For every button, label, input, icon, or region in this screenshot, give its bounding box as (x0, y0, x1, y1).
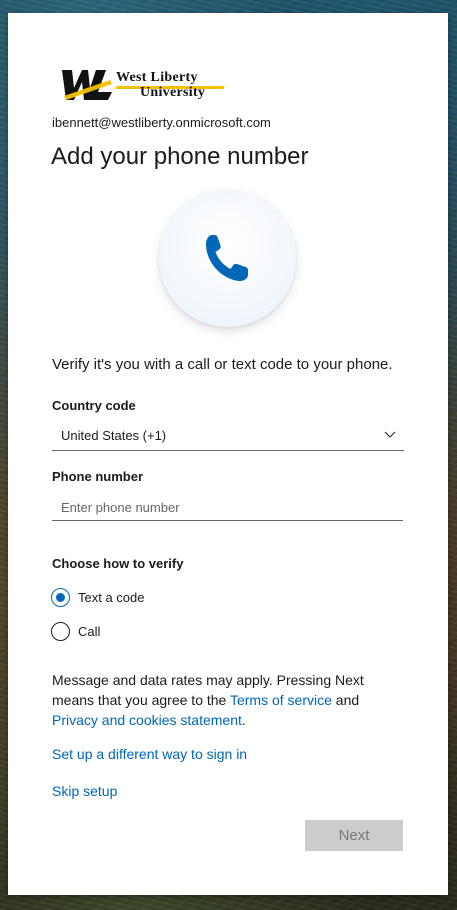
verify-method-label: Choose how to verify (52, 556, 184, 571)
radio-button-unchecked[interactable] (51, 622, 70, 641)
country-code-value: United States (+1) (61, 428, 167, 443)
country-code-label: Country code (52, 398, 136, 413)
different-sign-in-link[interactable]: Set up a different way to sign in (52, 746, 247, 762)
next-button[interactable]: Next (305, 820, 403, 851)
university-logo: West Liberty University (60, 58, 235, 108)
radio-button-checked[interactable] (51, 588, 70, 607)
radio-text-code-label: Text a code (78, 590, 145, 605)
logo-line-2: University (140, 85, 206, 100)
notice-text-middle: and (331, 692, 360, 708)
terms-of-service-link[interactable]: Terms of service (230, 692, 332, 708)
logo-wordmark: West Liberty University (116, 70, 205, 100)
radio-call-label: Call (78, 624, 101, 639)
page-title: Add your phone number (51, 143, 309, 170)
logo-line-1: West Liberty (116, 70, 198, 85)
phone-illustration (159, 190, 296, 327)
phone-number-label: Phone number (52, 469, 144, 484)
phone-number-input[interactable] (52, 494, 403, 521)
country-code-select[interactable]: United States (+1) (52, 423, 404, 451)
account-email: ibennett@westliberty.onmicrosoft.com (52, 115, 271, 130)
phone-icon (206, 235, 248, 282)
privacy-statement-link[interactable]: Privacy and cookies statement (52, 712, 242, 728)
skip-setup-link[interactable]: Skip setup (52, 783, 117, 799)
chevron-down-icon (384, 431, 396, 438)
rates-notice: Message and data rates may apply. Pressi… (52, 670, 404, 730)
wl-logo-icon (62, 70, 112, 100)
notice-text-end: . (241, 712, 246, 728)
description-text: Verify it's you with a call or text code… (52, 356, 393, 373)
